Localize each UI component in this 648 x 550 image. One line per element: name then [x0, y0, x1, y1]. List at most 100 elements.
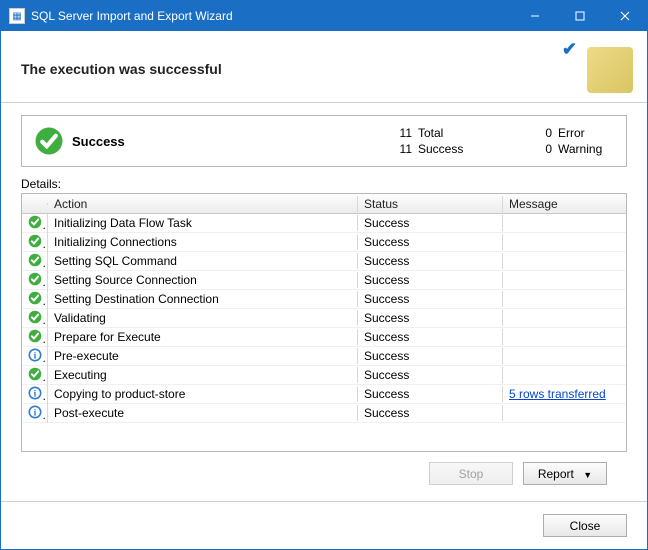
report-label: Report: [538, 467, 574, 481]
row-status-cell: Success: [358, 253, 503, 269]
row-message-cell: [503, 317, 626, 319]
warning-label: Warning: [558, 142, 602, 156]
details-label: Details:: [21, 177, 627, 191]
row-icon-cell: [22, 328, 48, 347]
maximize-button[interactable]: [557, 1, 602, 31]
error-label: Error: [558, 126, 585, 140]
row-message-cell: [503, 279, 626, 281]
row-message-cell: [503, 298, 626, 300]
app-icon: ▦: [9, 8, 25, 24]
col-icon-header[interactable]: [22, 203, 48, 205]
details-table[interactable]: Action Status Message Initializing Data …: [21, 193, 627, 452]
svg-text:i: i: [34, 407, 37, 418]
row-message-cell: 5 rows transferred: [503, 386, 626, 402]
row-status-cell: Success: [358, 215, 503, 231]
row-action-cell: Setting SQL Command: [48, 253, 358, 269]
row-icon-cell: [22, 290, 48, 309]
table-row[interactable]: ExecutingSuccess: [22, 366, 626, 385]
stop-button: Stop: [429, 462, 513, 485]
table-row[interactable]: Prepare for ExecuteSuccess: [22, 328, 626, 347]
message-link[interactable]: 5 rows transferred: [509, 387, 606, 401]
row-status-cell: Success: [358, 291, 503, 307]
header-check-icon: ✔: [562, 39, 577, 60]
row-status-cell: Success: [358, 405, 503, 421]
action-button-row: Stop Report ▼: [21, 452, 627, 489]
summary-stats: 11 Total 11 Success 0 Error 0 Warning: [394, 126, 614, 156]
summary-status-label: Success: [72, 134, 394, 149]
success-count: 11: [394, 142, 412, 156]
row-icon-cell: [22, 252, 48, 271]
row-message-cell: [503, 412, 626, 414]
header-decor-icon: [587, 47, 633, 93]
total-label: Total: [418, 126, 443, 140]
row-icon-cell: i: [22, 385, 48, 404]
row-action-cell: Setting Destination Connection: [48, 291, 358, 307]
table-header: Action Status Message: [22, 194, 626, 214]
close-icon: [620, 11, 630, 21]
table-row[interactable]: ValidatingSuccess: [22, 309, 626, 328]
page-header: The execution was successful ✔: [1, 31, 647, 103]
row-action-cell: Executing: [48, 367, 358, 383]
info-icon: i: [28, 405, 42, 419]
maximize-icon: [575, 11, 585, 21]
row-icon-cell: i: [22, 347, 48, 366]
window-title: SQL Server Import and Export Wizard: [31, 9, 512, 23]
row-status-cell: Success: [358, 386, 503, 402]
error-count: 0: [534, 126, 552, 140]
table-row[interactable]: iPre-executeSuccess: [22, 347, 626, 366]
success-icon: [28, 291, 42, 305]
warning-count: 0: [534, 142, 552, 156]
row-message-cell: [503, 336, 626, 338]
table-row[interactable]: i Copying to product-storeSuccess 5 rows t…: [22, 385, 626, 404]
table-row[interactable]: Setting Destination ConnectionSuccess: [22, 290, 626, 309]
minimize-icon: [530, 11, 540, 21]
success-icon: [28, 310, 42, 324]
dialog-button-row: Close: [1, 501, 647, 549]
success-label: Success: [418, 142, 463, 156]
col-status-header[interactable]: Status: [358, 196, 503, 212]
table-row[interactable]: Initializing ConnectionsSuccess: [22, 233, 626, 252]
success-icon: [28, 234, 42, 248]
row-icon-cell: [22, 271, 48, 290]
total-count: 11: [394, 126, 412, 140]
svg-text:i: i: [34, 388, 37, 399]
success-icon: [28, 215, 42, 229]
row-message-cell: [503, 374, 626, 376]
svg-text:i: i: [34, 350, 37, 361]
minimize-button[interactable]: [512, 1, 557, 31]
chevron-down-icon: ▼: [583, 470, 592, 480]
page-title: The execution was successful: [21, 61, 627, 77]
row-message-cell: [503, 355, 626, 357]
row-action-cell: Initializing Data Flow Task: [48, 215, 358, 231]
success-icon: [28, 367, 42, 381]
row-message-cell: [503, 222, 626, 224]
table-row[interactable]: Setting Source ConnectionSuccess: [22, 271, 626, 290]
row-icon-cell: i: [22, 404, 48, 423]
col-action-header[interactable]: Action: [48, 196, 358, 212]
table-row[interactable]: Setting SQL CommandSuccess: [22, 252, 626, 271]
row-action-cell: Initializing Connections: [48, 234, 358, 250]
titlebar: ▦ SQL Server Import and Export Wizard: [1, 1, 647, 31]
table-row[interactable]: Initializing Data Flow TaskSuccess: [22, 214, 626, 233]
row-action-cell: Copying to product-store: [48, 386, 358, 402]
summary-panel: Success 11Total 11Success 0Error 0Warnin…: [21, 115, 627, 167]
info-icon: i: [28, 386, 42, 400]
report-button[interactable]: Report ▼: [523, 462, 607, 485]
success-icon: [28, 329, 42, 343]
row-status-cell: Success: [358, 367, 503, 383]
success-icon: [28, 253, 42, 267]
table-row[interactable]: iPost-executeSuccess: [22, 404, 626, 423]
row-icon-cell: [22, 214, 48, 233]
row-icon-cell: [22, 309, 48, 328]
row-status-cell: Success: [358, 234, 503, 250]
row-status-cell: Success: [358, 310, 503, 326]
row-status-cell: Success: [358, 329, 503, 345]
col-message-header[interactable]: Message: [503, 196, 626, 212]
close-button[interactable]: Close: [543, 514, 627, 537]
row-icon-cell: [22, 366, 48, 385]
success-icon: [34, 126, 64, 156]
row-icon-cell: [22, 233, 48, 252]
row-message-cell: [503, 241, 626, 243]
close-window-button[interactable]: [602, 1, 647, 31]
row-action-cell: Setting Source Connection: [48, 272, 358, 288]
